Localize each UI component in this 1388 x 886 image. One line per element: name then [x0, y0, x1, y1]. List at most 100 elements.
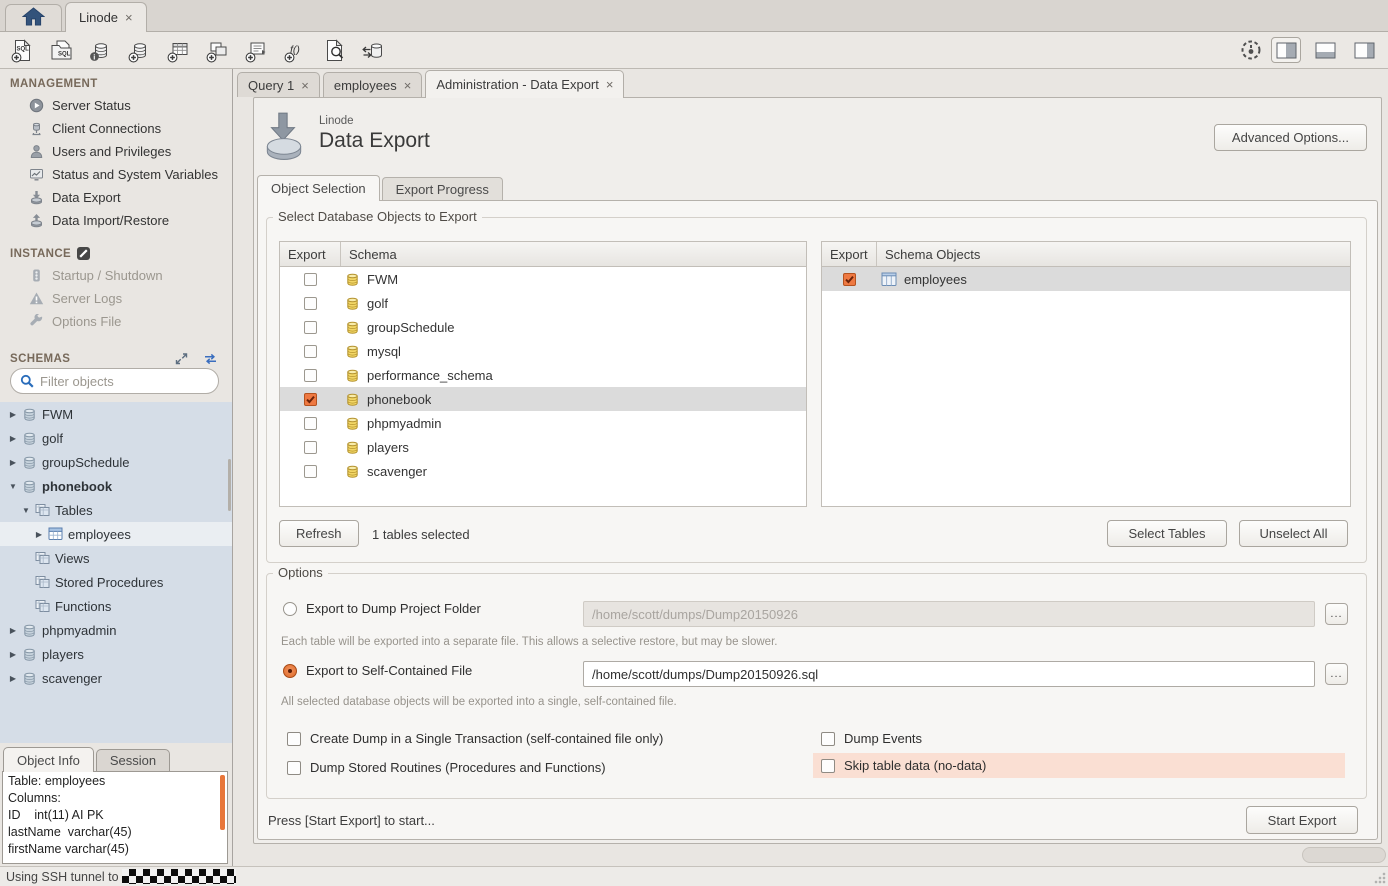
- tree-item-fwm[interactable]: ▶ FWM: [0, 402, 232, 426]
- start-export-button[interactable]: Start Export: [1246, 806, 1358, 834]
- object-info-scrollbar[interactable]: [220, 775, 225, 830]
- table-row-mysql[interactable]: mysql: [280, 339, 806, 363]
- expand-arrow-icon[interactable]: ▶: [6, 626, 20, 635]
- select-tables-button[interactable]: Select Tables: [1107, 520, 1227, 547]
- export-checkbox[interactable]: [304, 465, 317, 478]
- sidebar-item-client-connections[interactable]: Client Connections: [0, 117, 232, 140]
- table-row-players[interactable]: players: [280, 435, 806, 459]
- close-icon[interactable]: ×: [606, 78, 614, 91]
- tab-export-progress[interactable]: Export Progress: [382, 177, 503, 200]
- tab-object-info[interactable]: Object Info: [3, 747, 94, 772]
- refresh-button[interactable]: Refresh: [279, 520, 359, 547]
- checkbox[interactable]: [821, 759, 835, 773]
- table-row-golf[interactable]: golf: [280, 291, 806, 315]
- option-create-dump-in-a-single-transaction-self-contained-file-only[interactable]: Create Dump in a Single Transaction (sel…: [287, 726, 663, 751]
- new-schema-icon[interactable]: [126, 37, 153, 64]
- export-checkbox[interactable]: [304, 393, 317, 406]
- toggle-right-sidebar-icon[interactable]: [1349, 37, 1379, 63]
- tree-item-views[interactable]: Views: [0, 546, 232, 570]
- sidebar-item-data-import-restore[interactable]: Data Import/Restore: [0, 209, 232, 232]
- checkbox[interactable]: [287, 761, 301, 775]
- toggle-bottom-panel-icon[interactable]: [1310, 37, 1340, 63]
- sidebar-item-data-export[interactable]: Data Export: [0, 186, 232, 209]
- expand-arrow-icon[interactable]: ▶: [6, 434, 20, 443]
- option-dump-stored-routines-procedures-and-functions[interactable]: Dump Stored Routines (Procedures and Fun…: [287, 755, 606, 780]
- sidebar-item-options-file[interactable]: Options File: [0, 310, 232, 333]
- refresh-schemas-icon[interactable]: [203, 353, 218, 365]
- tab-object-selection[interactable]: Object Selection: [257, 175, 380, 201]
- expand-arrow-icon[interactable]: ▼: [6, 482, 20, 491]
- sidebar-item-startup-shutdown[interactable]: Startup / Shutdown: [0, 264, 232, 287]
- table-row-employees[interactable]: employees: [822, 267, 1350, 291]
- tree-item-golf[interactable]: ▶ golf: [0, 426, 232, 450]
- unselect-all-button[interactable]: Unselect All: [1239, 520, 1348, 547]
- export-checkbox[interactable]: [304, 441, 317, 454]
- dump-folder-path-input[interactable]: [583, 601, 1315, 627]
- editor-tab-administration-data-export[interactable]: Administration - Data Export ×: [425, 70, 624, 98]
- dump-project-folder-radio[interactable]: [283, 602, 297, 616]
- table-row-scavenger[interactable]: scavenger: [280, 459, 806, 483]
- expand-arrow-icon[interactable]: ▶: [6, 650, 20, 659]
- browse-file-button[interactable]: ...: [1325, 663, 1348, 685]
- tree-item-phonebook[interactable]: ▼ phonebook: [0, 474, 232, 498]
- tree-item-tables[interactable]: ▼ Tables: [0, 498, 232, 522]
- schema-filter-input[interactable]: [40, 374, 216, 389]
- tree-item-stored-procedures[interactable]: Stored Procedures: [0, 570, 232, 594]
- horizontal-scrollbar[interactable]: [1302, 847, 1386, 863]
- close-icon[interactable]: ×: [404, 79, 412, 92]
- advanced-options-button[interactable]: Advanced Options...: [1214, 124, 1367, 151]
- new-procedure-icon[interactable]: [243, 37, 270, 64]
- self-contained-path-input[interactable]: [583, 661, 1315, 687]
- new-table-icon[interactable]: [165, 37, 192, 64]
- tree-item-groupschedule[interactable]: ▶ groupSchedule: [0, 450, 232, 474]
- editor-tab-query-1[interactable]: Query 1 ×: [237, 72, 320, 97]
- export-checkbox[interactable]: [304, 417, 317, 430]
- expand-arrow-icon[interactable]: ▶: [6, 674, 20, 683]
- expand-schemas-icon[interactable]: [175, 352, 188, 365]
- editor-tab-employees[interactable]: employees ×: [323, 72, 422, 97]
- tree-item-employees[interactable]: ▶ employees: [0, 522, 232, 546]
- new-view-icon[interactable]: [204, 37, 231, 64]
- export-checkbox[interactable]: [304, 273, 317, 286]
- option-skip-table-data-no-data[interactable]: Skip table data (no-data): [813, 753, 1345, 778]
- tree-item-scavenger[interactable]: ▶ scavenger: [0, 666, 232, 690]
- table-row-groupschedule[interactable]: groupSchedule: [280, 315, 806, 339]
- expand-arrow-icon[interactable]: ▶: [32, 530, 46, 539]
- browse-folder-button[interactable]: ...: [1325, 603, 1348, 625]
- tree-item-functions[interactable]: Functions: [0, 594, 232, 618]
- sidebar-scrollbar[interactable]: [228, 459, 231, 511]
- export-checkbox[interactable]: [843, 273, 856, 286]
- sidebar-item-server-logs[interactable]: Server Logs: [0, 287, 232, 310]
- connection-tab[interactable]: Linode ×: [65, 2, 147, 32]
- tree-item-phpmyadmin[interactable]: ▶ phpmyadmin: [0, 618, 232, 642]
- export-checkbox[interactable]: [304, 369, 317, 382]
- reconnect-dbms-icon[interactable]: [360, 37, 387, 64]
- sidebar-item-status-and-system-variables[interactable]: Status and System Variables: [0, 163, 232, 186]
- search-table-data-icon[interactable]: [321, 37, 348, 64]
- self-contained-file-radio[interactable]: [283, 664, 297, 678]
- toggle-left-sidebar-icon[interactable]: [1271, 37, 1301, 63]
- expand-arrow-icon[interactable]: ▶: [6, 458, 20, 467]
- sidebar-item-users-and-privileges[interactable]: Users and Privileges: [0, 140, 232, 163]
- schema-inspector-icon[interactable]: i: [87, 37, 114, 64]
- table-row-phpmyadmin[interactable]: phpmyadmin: [280, 411, 806, 435]
- sidebar-item-server-status[interactable]: Server Status: [0, 94, 232, 117]
- table-row-performance-schema[interactable]: performance_schema: [280, 363, 806, 387]
- export-checkbox[interactable]: [304, 297, 317, 310]
- table-row-fwm[interactable]: FWM: [280, 267, 806, 291]
- expand-arrow-icon[interactable]: ▼: [19, 506, 33, 515]
- export-checkbox[interactable]: [304, 321, 317, 334]
- home-tab[interactable]: [5, 4, 62, 31]
- tab-session[interactable]: Session: [96, 749, 170, 771]
- option-dump-events[interactable]: Dump Events: [821, 726, 922, 751]
- resize-grip[interactable]: [1373, 871, 1387, 885]
- checkbox[interactable]: [821, 732, 835, 746]
- new-query-tab-icon[interactable]: SQL: [9, 37, 36, 64]
- checkbox[interactable]: [287, 732, 301, 746]
- tree-item-players[interactable]: ▶ players: [0, 642, 232, 666]
- export-checkbox[interactable]: [304, 345, 317, 358]
- expand-arrow-icon[interactable]: ▶: [6, 410, 20, 419]
- close-icon[interactable]: ×: [301, 79, 309, 92]
- open-sql-script-icon[interactable]: SQL: [48, 37, 75, 64]
- table-row-phonebook[interactable]: phonebook: [280, 387, 806, 411]
